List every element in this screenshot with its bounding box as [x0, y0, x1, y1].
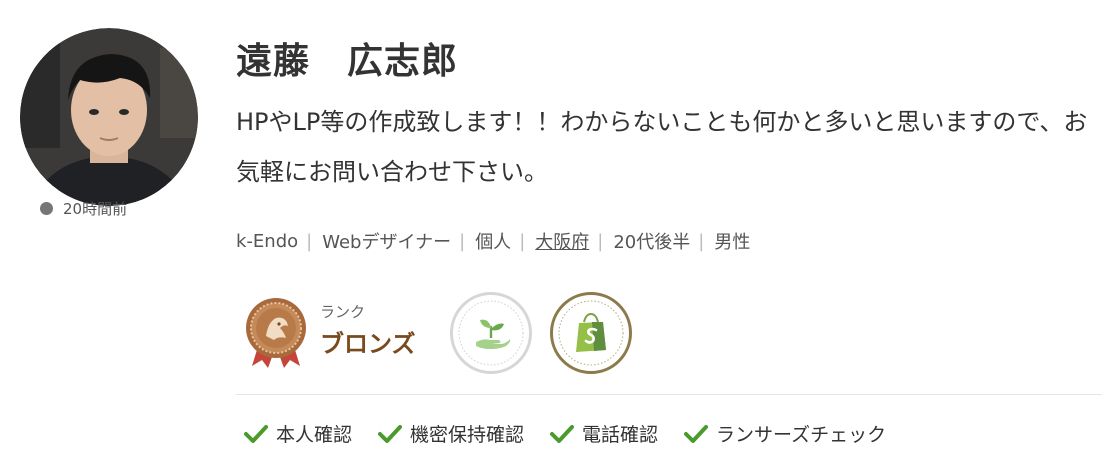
profile-meta: k-Endo | Webデザイナー | 個人 | 大阪府 | 20代後半 | 男… — [236, 228, 750, 254]
status-dot-icon — [40, 202, 53, 215]
check-icon — [244, 424, 268, 443]
meta-separator: | — [459, 230, 466, 252]
bronze-medal-icon[interactable] — [244, 296, 308, 370]
rank-info: ランク ブロンズ — [320, 303, 416, 359]
verification-label: ランサーズチェック — [716, 424, 887, 446]
verification-nda: 機密保持確認 — [378, 420, 524, 447]
meta-location-link[interactable]: 大阪府 — [535, 228, 589, 254]
verification-phone: 電話確認 — [550, 420, 658, 447]
verification-identity: 本人確認 — [244, 420, 352, 447]
verification-label: 機密保持確認 — [410, 424, 525, 446]
meta-type: 個人 — [475, 232, 512, 253]
check-icon — [378, 424, 403, 443]
meta-separator: | — [306, 230, 313, 252]
last-active-text: 20時間前 — [63, 200, 128, 218]
profile-name: 遠藤 広志郎 — [236, 41, 459, 82]
rank-value: ブロンズ — [320, 330, 416, 358]
meta-separator: | — [698, 230, 705, 252]
verification-label: 本人確認 — [276, 424, 353, 446]
sprout-hand-icon — [458, 300, 524, 366]
section-divider — [236, 394, 1102, 395]
sprout-badge[interactable] — [449, 292, 532, 374]
avatar[interactable] — [20, 28, 198, 206]
shopify-badge[interactable] — [549, 292, 632, 374]
verification-lancers-check: ランサーズチェック — [684, 420, 886, 447]
profile-bio: HPやLP等の作成致します！！わからないことも何かと多いと思いますので、お気軽に… — [236, 108, 1088, 187]
check-icon — [684, 424, 709, 443]
last-active-status: 20時間前 — [40, 198, 127, 219]
check-icon — [550, 424, 575, 443]
badges-row: ランク ブロンズ — [244, 292, 632, 374]
rank-label: ランク — [320, 303, 366, 321]
meta-username: k-Endo — [236, 230, 299, 252]
meta-gender: 男性 — [714, 232, 751, 253]
meta-separator: | — [519, 230, 526, 252]
meta-occupation: Webデザイナー — [322, 232, 452, 253]
meta-separator: | — [597, 230, 604, 252]
shopify-bag-icon — [558, 300, 624, 366]
meta-age: 20代後半 — [613, 232, 691, 253]
verification-list: 本人確認 機密保持確認 電話確認 ランサーズチェック — [244, 420, 912, 447]
avatar-column — [20, 28, 200, 206]
verification-label: 電話確認 — [582, 424, 659, 446]
profile-main: 遠藤 広志郎 HPやLP等の作成致します！！わからないことも何かと多いと思います… — [236, 40, 1102, 197]
